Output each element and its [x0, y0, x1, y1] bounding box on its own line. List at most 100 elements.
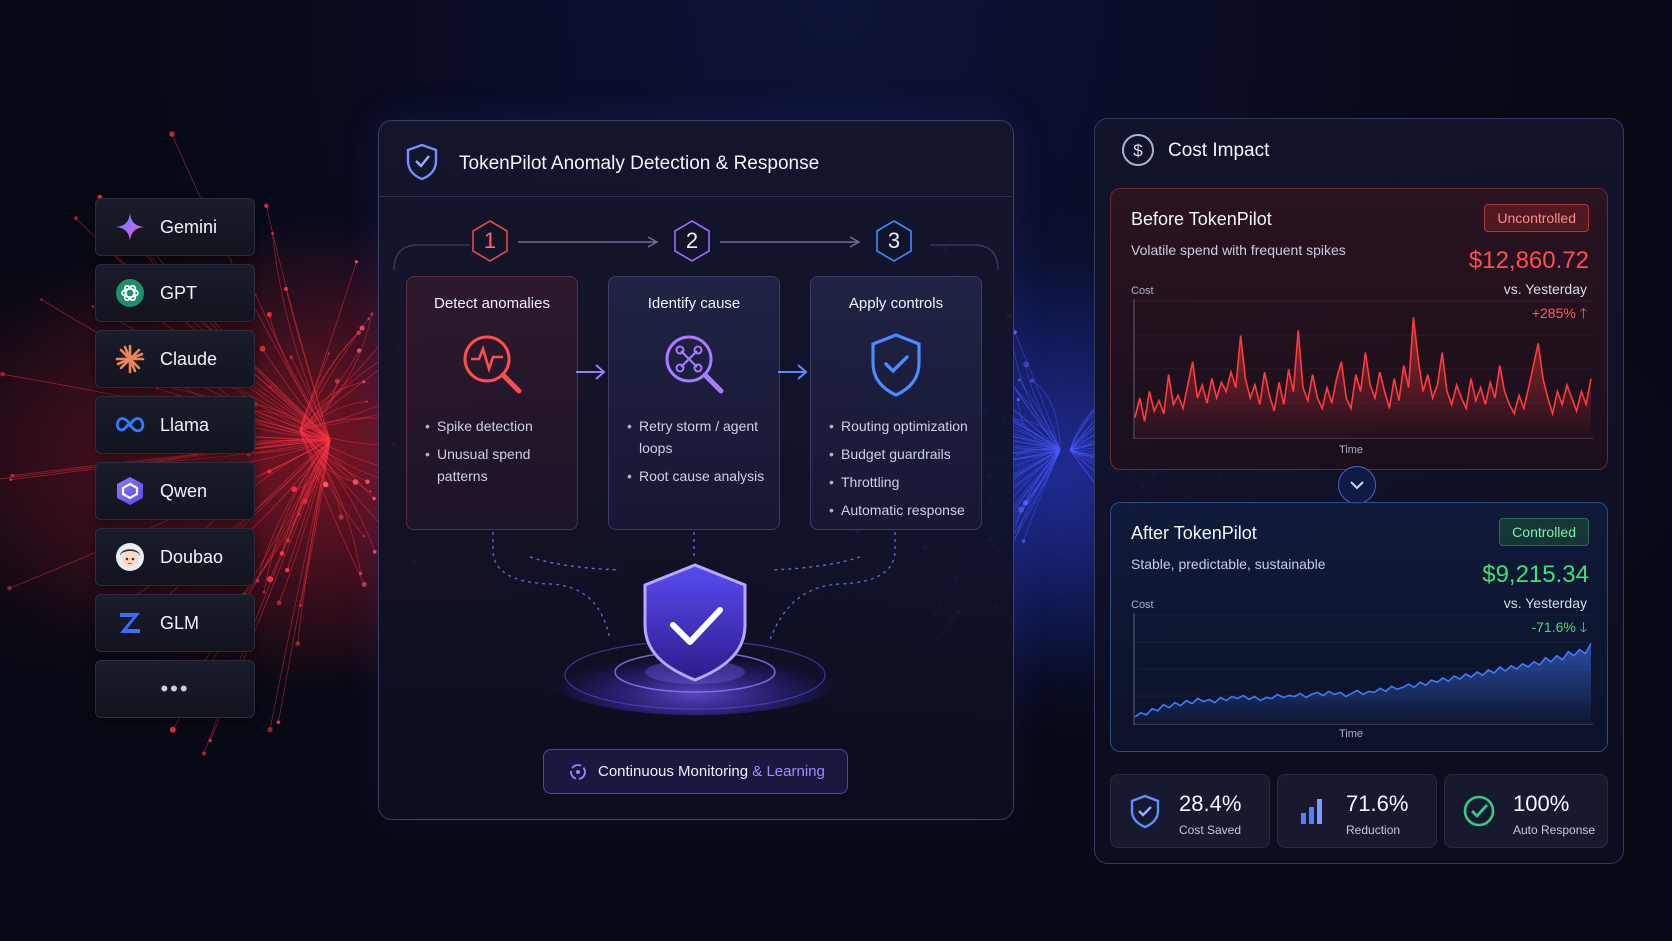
network-node	[267, 727, 273, 733]
step-bullet-list: Retry storm / agent loops Root cause anal…	[627, 415, 777, 493]
network-node	[40, 298, 43, 301]
openai-knot-icon	[114, 277, 146, 309]
before-x-axis-label: Time	[1339, 444, 1364, 456]
before-tokenpilot-card: Before TokenPilot Uncontrolled Volatile …	[1110, 188, 1608, 470]
network-node	[1017, 506, 1024, 513]
network-node	[73, 216, 78, 221]
network-node	[264, 203, 269, 208]
model-label: Gemini	[160, 216, 218, 237]
network-node	[365, 479, 370, 484]
stat-value: 100%	[1513, 791, 1570, 816]
model-item-glm[interactable]: GLM	[95, 594, 255, 652]
step-number-text: 2	[685, 228, 699, 253]
step-number-text: 3	[887, 228, 901, 253]
network-node	[354, 260, 358, 264]
series-area	[1135, 643, 1591, 725]
model-label: Llama	[160, 414, 210, 435]
network-node	[1030, 378, 1034, 383]
network-node	[201, 751, 207, 756]
stat-value: 71.6%	[1346, 791, 1409, 816]
network-node	[266, 576, 274, 583]
panel-header: TokenPilot Anomaly Detection & Response	[379, 121, 1013, 197]
stat-label: Auto Response	[1513, 823, 1596, 837]
network-node	[372, 549, 377, 554]
network-node	[338, 514, 344, 520]
stat-auto-response: 100% Auto Response	[1444, 774, 1608, 848]
step-bullet: Throttling	[829, 471, 979, 493]
network-node	[255, 579, 260, 583]
after-cost-chart	[1133, 613, 1593, 725]
stat-reduction: 71.6% Reduction	[1277, 774, 1437, 848]
stat-label: Cost Saved	[1179, 823, 1242, 837]
model-more-button[interactable]: •••	[95, 660, 255, 718]
after-y-axis-label: Cost	[1131, 599, 1154, 611]
step-bullet: Retry storm / agent loops	[627, 415, 777, 459]
step-bullet: Budget guardrails	[829, 443, 979, 465]
network-node	[266, 312, 272, 318]
bar-chart-icon	[1294, 793, 1330, 829]
network-node	[365, 400, 368, 403]
network-node	[1018, 378, 1021, 381]
step-bullet: Spike detection	[425, 415, 575, 437]
model-item-llama[interactable]: Llama	[95, 396, 255, 454]
after-tokenpilot-card: After TokenPilot Controlled Stable, pred…	[1110, 502, 1608, 752]
network-node	[369, 490, 372, 493]
chevron-down-button[interactable]	[1338, 466, 1376, 504]
svg-text:$: $	[1133, 141, 1143, 160]
network-node	[269, 385, 272, 388]
after-subtitle: Stable, predictable, sustainable	[1131, 556, 1326, 572]
model-label: Qwen	[160, 480, 208, 501]
network-node	[276, 600, 282, 606]
before-y-axis-label: Cost	[1131, 285, 1154, 297]
network-node	[169, 726, 176, 733]
model-item-gpt[interactable]: GPT	[95, 264, 255, 322]
before-compare: vs. Yesterday	[1503, 281, 1587, 297]
dollar-circle-icon: $	[1122, 134, 1154, 166]
after-compare: vs. Yesterday	[1503, 595, 1587, 611]
network-node	[327, 352, 330, 355]
network-node	[367, 317, 370, 320]
after-amount: $9,215.34	[1482, 561, 1589, 588]
step-1-number: 1	[470, 219, 510, 263]
before-cost-chart	[1133, 299, 1593, 439]
stat-label: Reduction	[1346, 823, 1401, 837]
model-label: GPT	[160, 282, 198, 303]
network-node	[289, 355, 293, 360]
model-item-doubao[interactable]: Doubao	[95, 528, 255, 586]
model-item-gemini[interactable]: Gemini	[95, 198, 255, 256]
network-node	[352, 479, 359, 485]
model-label: Claude	[160, 348, 218, 369]
model-item-qwen[interactable]: Qwen	[95, 462, 255, 520]
network-node	[169, 131, 175, 137]
meta-infinity-icon	[114, 409, 146, 441]
shield-check-icon	[861, 329, 931, 404]
network-node	[10, 473, 15, 478]
check-circle-icon	[1461, 793, 1497, 829]
step-card-apply-controls[interactable]: Apply controls Routing optimization Budget…	[810, 276, 982, 530]
step-card-identify-cause[interactable]: Identify causeRetry storm / agent loopsR…	[608, 276, 780, 530]
uncontrolled-badge: Uncontrolled	[1484, 204, 1589, 232]
step-3-number: 3	[874, 219, 914, 263]
gemini-sparkle-icon	[114, 211, 146, 243]
network-node	[276, 720, 281, 724]
step-bullet: Unusual spend patterns	[425, 443, 575, 487]
step-card-detect-anomalies[interactable]: Detect anomalies Spike detection Unusual s…	[406, 276, 578, 530]
monitor-label: Continuous Monitoring & Learning	[598, 763, 825, 780]
chevron-down-icon	[1350, 481, 1364, 490]
network-node	[361, 581, 367, 587]
network-node	[362, 534, 365, 538]
doubao-avatar-icon	[114, 541, 146, 573]
model-item-claude[interactable]: Claude	[95, 330, 255, 388]
network-node	[262, 590, 266, 594]
network-node	[370, 312, 374, 316]
step-title: Detect anomalies	[434, 295, 550, 312]
continuous-monitoring-button[interactable]: Continuous Monitoring & Learning	[543, 749, 848, 794]
arrow-right-icon	[778, 364, 808, 380]
network-node	[0, 371, 5, 377]
card-shield-connectors	[492, 532, 896, 641]
before-amount: $12,860.72	[1468, 247, 1589, 274]
refresh-cycle-icon	[570, 763, 586, 780]
step-bullet: Root cause analysis	[627, 465, 777, 487]
stat-cost-saved: 28.4% Cost Saved	[1110, 774, 1270, 848]
controlled-badge: Controlled	[1499, 518, 1589, 546]
